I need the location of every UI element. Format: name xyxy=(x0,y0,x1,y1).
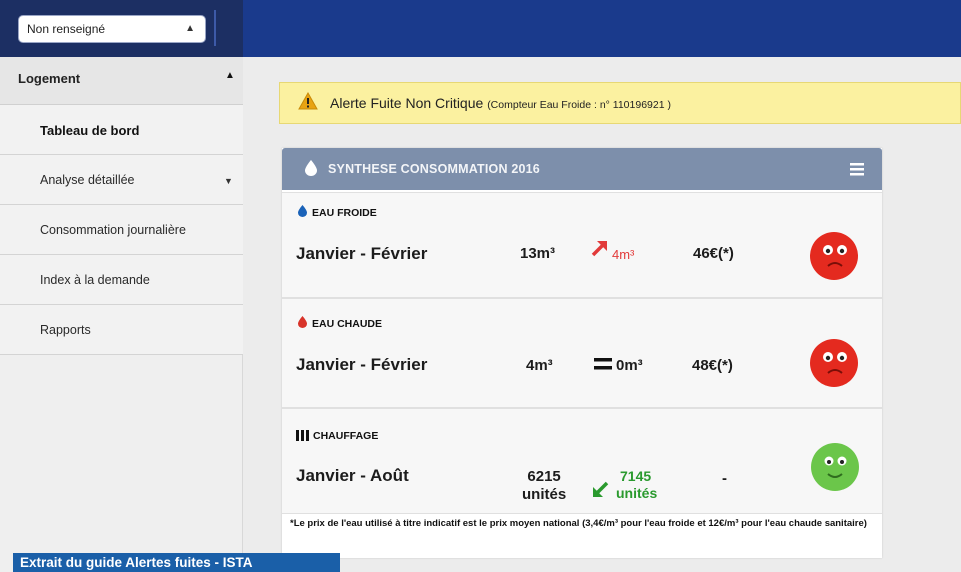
cold-water-drop-icon xyxy=(298,205,307,217)
delta-value-number: 7145 xyxy=(620,468,652,484)
alert-text: Alerte Fuite Non Critique (Compteur Eau … xyxy=(330,95,671,111)
cost-value: 46€(*) xyxy=(693,245,734,262)
delta-value-unit: unités xyxy=(616,485,658,501)
expand-caret-icon: ▼ xyxy=(224,176,233,186)
sad-red-mascot-icon xyxy=(810,232,858,280)
consumption-row-chauffage xyxy=(282,408,882,514)
period-label: Janvier - Août xyxy=(296,466,409,485)
water-drop-icon xyxy=(305,160,317,176)
cost-value: 48€(*) xyxy=(692,357,733,374)
consumption-value-number: 6215 xyxy=(527,468,561,485)
collapse-caret-icon: ▲ xyxy=(225,70,235,81)
consumption-value: 6215 unités xyxy=(522,468,566,504)
sidebar-item-consommation-journaliere[interactable]: Consommation journalière xyxy=(0,205,243,255)
consumption-value: 13m³ xyxy=(520,245,556,262)
sidebar-item-rapports[interactable]: Rapports xyxy=(0,305,243,355)
alert-title: Alerte Fuite Non Critique xyxy=(330,95,484,111)
equal-icon xyxy=(594,358,612,370)
happy-green-mascot-icon xyxy=(811,443,859,491)
hot-water-drop-icon xyxy=(298,316,307,328)
delta-value: 0m³ xyxy=(616,357,643,374)
sidebar-item-tableau-de-bord[interactable]: Tableau de bord xyxy=(0,105,243,155)
sidebar-item-label: Rapports xyxy=(40,323,91,337)
consumption-row-eau-chaude xyxy=(282,298,882,408)
warning-icon xyxy=(298,92,318,110)
category-label: EAU CHAUDE xyxy=(312,318,383,330)
price-footnote: *Le prix de l'eau utilisé à titre indica… xyxy=(290,518,867,529)
sidebar-item-analyse-detaillee[interactable]: Analyse détaillée ▼ xyxy=(0,155,243,205)
consumption-value: 4m³ xyxy=(526,357,553,374)
sad-red-mascot-icon xyxy=(810,339,858,387)
consumption-value-unit: unités xyxy=(522,486,567,503)
sidebar-section-logement[interactable]: Logement ▲ xyxy=(0,57,243,105)
sidebar-item-label: Analyse détaillée xyxy=(40,173,135,187)
sidebar-item-label: Consommation journalière xyxy=(40,223,186,237)
delta-value: 4m³ xyxy=(612,247,635,262)
top-bar-divider xyxy=(214,10,216,46)
sidebar-section-label: Logement xyxy=(18,71,81,86)
sidebar-item-label: Index à la demande xyxy=(40,273,150,287)
panel-title: SYNTHESE CONSOMMATION 2016 xyxy=(328,162,540,176)
radiator-icon xyxy=(296,430,309,441)
category-label: CHAUFFAGE xyxy=(313,430,379,442)
alert-detail: (Compteur Eau Froide : n° 110196921 ) xyxy=(487,99,671,111)
housing-select-value: Non renseigné xyxy=(27,22,106,36)
period-label: Janvier - Février xyxy=(296,355,428,374)
image-caption: Extrait du guide Alertes fuites - ISTA xyxy=(13,553,340,572)
period-label: Janvier - Février xyxy=(296,244,428,263)
delta-value: 7145 unités xyxy=(616,468,657,502)
sidebar-item-label: Tableau de bord xyxy=(40,123,140,138)
housing-select[interactable]: Non renseigné ▲ xyxy=(18,15,206,43)
sidebar-item-index-a-la-demande[interactable]: Index à la demande xyxy=(0,255,243,305)
sidebar: Logement ▲ Tableau de bord Analyse détai… xyxy=(0,57,243,572)
select-arrows-icon: ▲ xyxy=(185,23,195,34)
increase-arrow-icon xyxy=(591,241,607,257)
menu-icon[interactable] xyxy=(849,161,865,177)
category-label: EAU FROIDE xyxy=(312,207,377,219)
decrease-arrow-icon xyxy=(593,481,609,497)
cost-value: - xyxy=(722,470,727,487)
